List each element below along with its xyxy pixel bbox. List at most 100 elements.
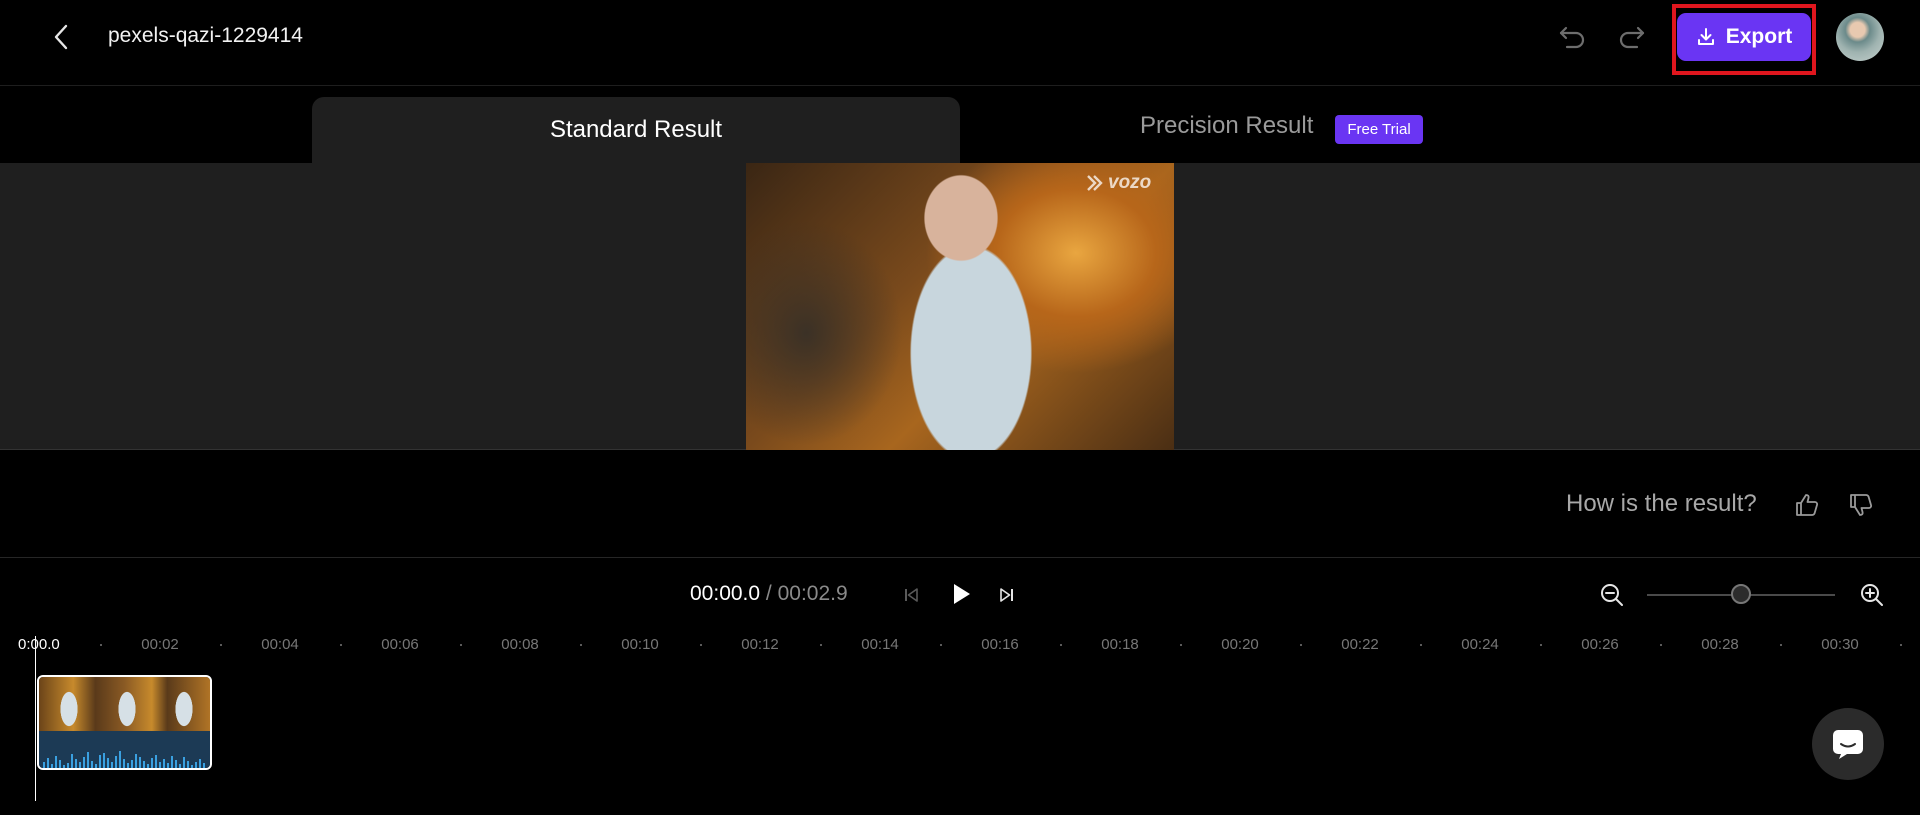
waveform-bar [167, 763, 169, 768]
ruler-dot [1060, 644, 1062, 646]
waveform-bar [131, 760, 133, 768]
ruler-dot [700, 644, 702, 646]
ruler-dot [1540, 644, 1542, 646]
ruler-tick-label: 00:12 [741, 636, 779, 653]
ruler-tick-label: 00:02 [141, 636, 179, 653]
zoom-slider-handle[interactable] [1731, 584, 1751, 604]
back-icon [54, 24, 68, 50]
waveform-bar [95, 764, 97, 768]
ruler-tick-label: 00:06 [381, 636, 419, 653]
ruler-dot [220, 644, 222, 646]
ruler-dot [100, 644, 102, 646]
skip-next-icon [1000, 588, 1013, 602]
waveform-bar [191, 765, 193, 768]
zoom-in-button[interactable] [1857, 580, 1887, 610]
undo-button[interactable] [1554, 20, 1590, 54]
redo-icon [1619, 26, 1645, 49]
waveform-bar [195, 762, 197, 768]
waveform-bar [135, 754, 137, 768]
zoom-out-button[interactable] [1597, 580, 1627, 610]
zoom-in-icon [1861, 584, 1883, 606]
video-preview[interactable] [746, 163, 1174, 450]
waveform-bar [203, 763, 205, 768]
waveform-bar [187, 761, 189, 768]
play-icon [954, 584, 970, 604]
waveform-bar [103, 753, 105, 768]
project-title: pexels-qazi-1229414 [108, 24, 303, 47]
free-trial-badge: Free Trial [1335, 115, 1423, 144]
export-button[interactable]: Export [1677, 13, 1811, 61]
waveform-bar [171, 756, 173, 768]
divider [0, 557, 1920, 558]
ruler-tick-label: 00:28 [1701, 636, 1739, 653]
vozo-logo-icon [1087, 175, 1103, 191]
avatar[interactable] [1836, 13, 1884, 61]
chat-button[interactable] [1812, 708, 1884, 780]
waveform-bar [83, 757, 85, 768]
waveform-bar [143, 761, 145, 768]
waveform-bar [87, 752, 89, 768]
waveform-bar [91, 761, 93, 768]
waveform-bar [119, 751, 121, 768]
ruler-tick-label: 00:16 [981, 636, 1019, 653]
redo-button[interactable] [1614, 20, 1650, 54]
thumbs-up-button[interactable] [1790, 488, 1824, 522]
video-clip[interactable] [37, 675, 212, 770]
waveform-bar [71, 754, 73, 768]
waveform-bar [63, 765, 65, 768]
skip-next-button[interactable] [994, 582, 1020, 608]
ruler-dot [1660, 644, 1662, 646]
timecode: 00:00.0 / 00:02.9 [690, 582, 848, 606]
waveform-bar [155, 755, 157, 768]
feedback-question: How is the result? [1566, 490, 1757, 517]
ruler-dot [940, 644, 942, 646]
tab-precision-result[interactable]: Precision Result [1140, 112, 1313, 140]
time-separator: / [760, 582, 778, 605]
ruler-tick-label: 00:24 [1461, 636, 1499, 653]
waveform-bar [199, 759, 201, 768]
chat-icon [1833, 730, 1863, 759]
play-button[interactable] [946, 578, 976, 610]
waveform-bar [43, 762, 45, 768]
waveform-bar [139, 757, 141, 768]
clip-audio-waveform [39, 731, 210, 768]
ruler-tick-label: 00:14 [861, 636, 899, 653]
waveform-bar [115, 756, 117, 768]
waveform-bar [107, 758, 109, 768]
ruler-tick-label: 00:04 [261, 636, 299, 653]
waveform-bar [151, 758, 153, 768]
skip-previous-button[interactable] [898, 582, 924, 608]
ruler-tick-label: 00:22 [1341, 636, 1379, 653]
waveform-bar [111, 762, 113, 768]
download-icon [1697, 28, 1714, 45]
tab-label: Standard Result [549, 116, 723, 143]
total-time: 00:02.9 [777, 582, 848, 605]
tab-standard-result[interactable]: Standard Result [312, 97, 960, 163]
waveform-bar [47, 758, 49, 768]
waveform-bar [175, 760, 177, 768]
ruler-tick-label: 00:08 [501, 636, 539, 653]
ruler-dot [1420, 644, 1422, 646]
current-time: 00:00.0 [690, 582, 761, 605]
ruler-dot [580, 644, 582, 646]
waveform-bar [163, 759, 165, 768]
ruler-dot [1180, 644, 1182, 646]
back-button[interactable] [44, 20, 78, 54]
ruler-dot [1780, 644, 1782, 646]
playhead[interactable] [35, 636, 36, 801]
waveform-bar [75, 759, 77, 768]
skip-previous-icon [905, 588, 918, 602]
thumbs-down-button[interactable] [1844, 488, 1878, 522]
clip-thumbnails [39, 677, 210, 735]
undo-icon [1559, 26, 1585, 49]
waveform-bar [123, 759, 125, 768]
timeline-ruler[interactable]: 0:00.0 00:02 00:04 00:06 00:08 00:10 00:12 00:… [0, 636, 1920, 658]
ruler-start-label: 0:00.0 [18, 636, 60, 653]
thumbs-up-icon [1796, 494, 1819, 516]
waveform-bar [59, 760, 61, 768]
ruler-dot [820, 644, 822, 646]
ruler-tick-label: 00:26 [1581, 636, 1619, 653]
ruler-dot [1900, 644, 1902, 646]
waveform-bar [67, 763, 69, 768]
watermark-text: vozo [1108, 172, 1152, 193]
